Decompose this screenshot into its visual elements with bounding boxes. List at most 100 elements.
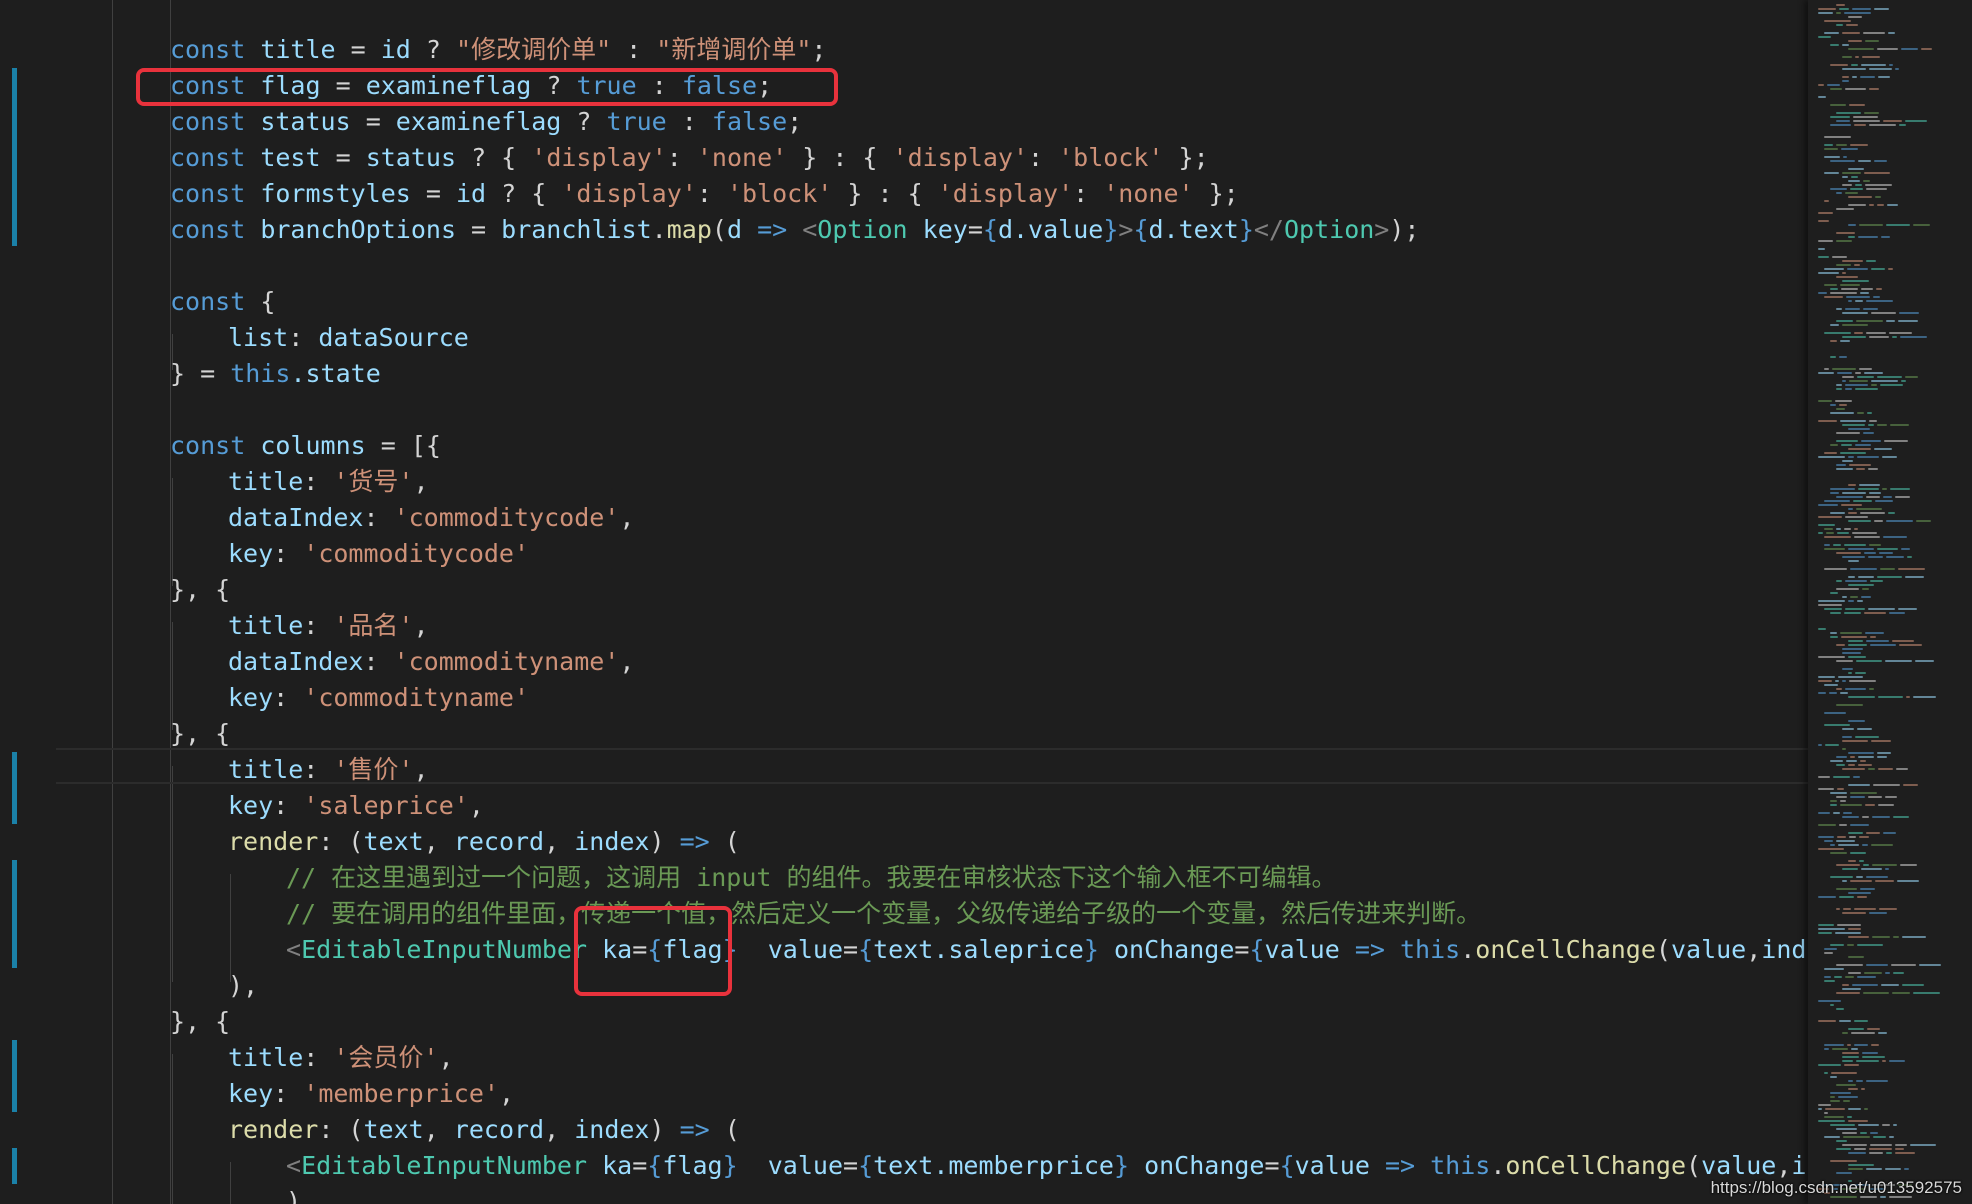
minimap-line — [1830, 288, 1838, 290]
minimap-line — [1850, 596, 1858, 598]
minimap-line — [1850, 852, 1866, 854]
punctuation: , — [468, 791, 484, 820]
minimap-line — [1818, 372, 1834, 374]
minimap-line — [1840, 452, 1866, 454]
punctuation: , — [423, 827, 454, 856]
code-line-13[interactable]: title: '货号', — [228, 464, 429, 500]
minimap-line — [1832, 1048, 1848, 1050]
code-line-24[interactable]: // 在这里遇到过一个问题，这调用 input 的组件。我要在审核状态下这个输入… — [286, 860, 1337, 896]
code-line-22[interactable]: key: 'saleprice', — [228, 788, 484, 824]
minimap-line — [1840, 800, 1846, 802]
code-line-33[interactable]: ) — [286, 1184, 301, 1204]
minimap-line — [1850, 144, 1868, 146]
minimap-line — [1818, 532, 1823, 534]
code-line-23[interactable]: render: (text, record, index) => ( — [228, 824, 740, 860]
code-editor[interactable]: const title = id ? "修改调价单" : "新增调价单"; co… — [0, 0, 1972, 1204]
minimap-line — [1859, 368, 1872, 370]
code-line-3[interactable]: const status = examineflag ? true : fals… — [170, 104, 802, 140]
minimap-line — [1830, 1160, 1857, 1162]
identifier: value — [1670, 935, 1747, 964]
minimap-line — [1836, 264, 1851, 266]
minimap-line — [1830, 804, 1837, 806]
code-line-27[interactable]: ), — [228, 968, 258, 1004]
code-line-31[interactable]: render: (text, record, index) => ( — [228, 1112, 740, 1148]
code-line-29[interactable]: title: '会员价', — [228, 1040, 454, 1076]
jsx-brace: } — [1113, 1151, 1130, 1180]
minimap-line — [1824, 980, 1835, 982]
minimap-line — [1864, 372, 1883, 374]
code-line-25[interactable]: // 要在调用的组件里面，传递一个值，然后定义一个变量，父级传递给子级的一个变量… — [286, 896, 1481, 932]
minimap-line — [1877, 548, 1898, 550]
minimap-line — [1853, 116, 1878, 118]
minimap-line — [1848, 1028, 1864, 1030]
minimap-line — [1824, 500, 1850, 502]
minimap-line — [1824, 712, 1846, 714]
string-literal: 'display' — [561, 179, 697, 208]
code-line-14[interactable]: dataIndex: 'commoditycode', — [228, 500, 634, 536]
minimap-line — [1818, 1108, 1822, 1110]
minimap-line — [1883, 496, 1892, 498]
editor-minimap[interactable] — [1808, 0, 1972, 1204]
minimap-line — [1848, 236, 1855, 238]
code-line-30[interactable]: key: 'memberprice', — [228, 1076, 514, 1112]
punctuation: ; — [787, 107, 803, 136]
minimap-line — [1879, 908, 1897, 910]
code-line-32[interactable]: <EditableInputNumber ka={flag} value={te… — [286, 1148, 1808, 1184]
minimap-line — [1830, 488, 1855, 490]
minimap-line — [1836, 440, 1858, 442]
code-line-17[interactable]: title: '品名', — [228, 608, 429, 644]
keyword: const — [170, 179, 246, 208]
code-line-6[interactable]: const branchOptions = branchlist.map(d =… — [170, 212, 1419, 248]
code-line-9[interactable]: list: dataSource — [228, 320, 469, 356]
minimap-line — [1830, 1100, 1840, 1102]
string-literal: '品名' — [333, 611, 414, 640]
code-line-5[interactable]: const formstyles = id ? { 'display': 'bl… — [170, 176, 1239, 212]
identifier: branchlist — [501, 215, 652, 244]
code-line-28[interactable]: }, { — [170, 1004, 230, 1040]
minimap-line — [1842, 68, 1866, 70]
indent-guide — [172, 622, 173, 730]
code-line-20[interactable]: }, { — [170, 716, 230, 752]
code-line-16[interactable]: }, { — [170, 572, 230, 608]
minimap-line — [1858, 764, 1872, 766]
minimap-line — [1818, 1000, 1841, 1002]
jsx-tag: EditableInputNumber — [301, 1151, 588, 1180]
code-line-4[interactable]: const test = status ? { 'display': 'none… — [170, 140, 1209, 176]
minimap-line — [1858, 236, 1878, 238]
minimap-line — [1842, 176, 1848, 178]
minimap-line — [1824, 724, 1850, 726]
minimap-line — [1842, 816, 1859, 818]
code-line-1[interactable]: const title = id ? "修改调价单" : "新增调价单"; — [170, 32, 826, 68]
code-line-19[interactable]: key: 'commodityname' — [228, 680, 529, 716]
minimap-line — [1857, 944, 1883, 946]
code-area[interactable]: const title = id ? "修改调价单" : "新增调价单"; co… — [56, 0, 1808, 1204]
minimap-line — [1854, 1044, 1868, 1046]
minimap-line — [1850, 568, 1877, 570]
property-name: key — [228, 539, 274, 568]
minimap-line — [1874, 520, 1883, 522]
minimap-line — [1866, 832, 1880, 834]
minimap-line — [1842, 728, 1854, 730]
minimap-line — [1859, 224, 1883, 226]
code-line-12[interactable]: const columns = [{ — [170, 428, 441, 464]
minimap-line — [1836, 120, 1850, 122]
code-line-10[interactable]: } = this.state — [170, 356, 381, 392]
code-line-8[interactable]: const { — [170, 284, 275, 320]
code-line-26[interactable]: <EditableInputNumber ka={flag} value={te… — [286, 932, 1808, 968]
parameter: record — [453, 1115, 545, 1144]
minimap-line — [1837, 532, 1849, 534]
code-line-18[interactable]: dataIndex: 'commodityname', — [228, 644, 634, 680]
minimap-line — [1848, 1108, 1861, 1110]
minimap-line — [1869, 204, 1874, 206]
minimap-line — [1885, 868, 1889, 870]
minimap-line — [1848, 196, 1872, 198]
code-line-21[interactable]: title: '售价', — [228, 752, 429, 788]
minimap-line — [1861, 288, 1873, 290]
minimap-line — [1857, 896, 1867, 898]
code-line-15[interactable]: key: 'commoditycode' — [228, 536, 529, 572]
minimap-line — [1824, 536, 1851, 538]
punctuation: : — [303, 1043, 334, 1072]
jsx-attribute: onChange — [1113, 935, 1235, 964]
